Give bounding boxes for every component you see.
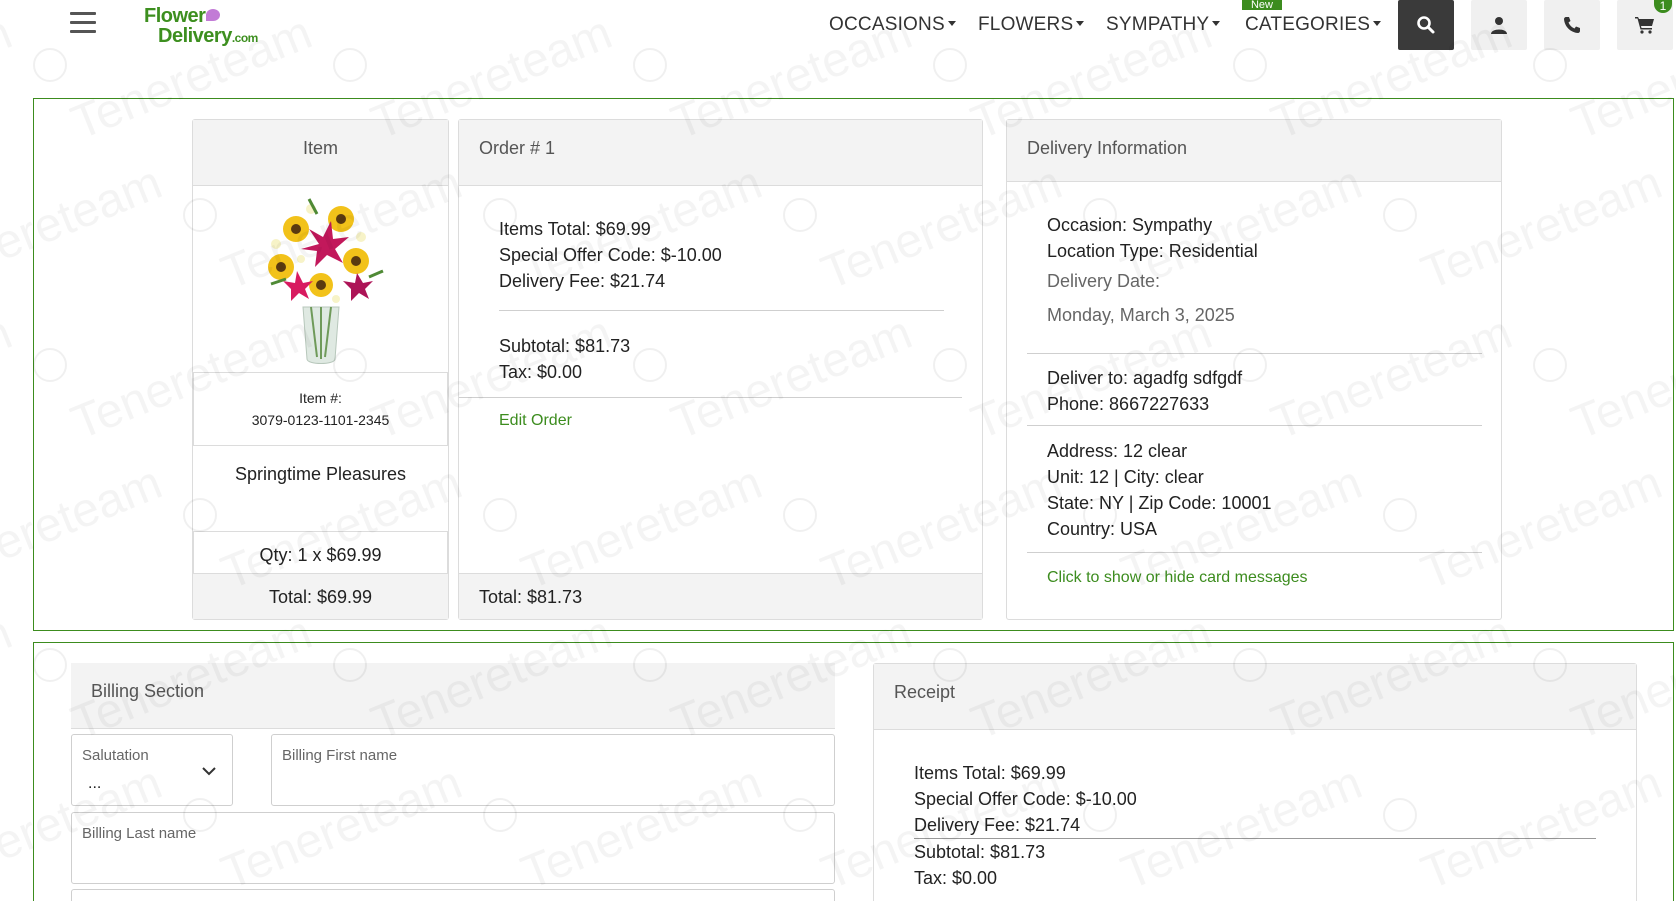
divider [1027, 353, 1482, 354]
caret-down-icon [1212, 21, 1221, 27]
delivery-phone: Phone: 8667227633 [1047, 394, 1210, 414]
phone-icon [1564, 17, 1580, 33]
delivery-address: Address: 12 clear [1047, 441, 1188, 461]
order-subtotal: Subtotal: $81.73 [499, 336, 631, 356]
delivery-card: Delivery Information Occasion: Sympathy … [1006, 119, 1502, 620]
order-delivery-fee: Delivery Fee: $21.74 [499, 271, 666, 291]
nav-categories[interactable]: CATEGORIES [1245, 14, 1382, 36]
flower-bouquet-image [267, 198, 384, 364]
order-summary-section: Item Item #: 3079-0123-1101-2345 Springt… [33, 98, 1674, 631]
watermark-text: Tenereteam [0, 6, 19, 150]
delivery-unit-city: Unit: 12 | City: clear [1047, 467, 1204, 487]
nav-flowers[interactable]: FLOWERS [978, 14, 1085, 36]
nav-sympathy[interactable]: SYMPATHY [1106, 14, 1221, 36]
cart-icon [1635, 17, 1654, 34]
delivery-card-heading: Delivery Information [1007, 120, 1501, 182]
divider [1027, 552, 1482, 553]
logo-text-line2: Delivery [158, 25, 232, 47]
receipt-delivery-fee: Delivery Fee: $21.74 [914, 815, 1081, 835]
product-name: Springtime Pleasures [234, 464, 407, 484]
order-card-heading: Order # 1 [459, 120, 982, 186]
billing-first-name-input[interactable]: Billing First name [271, 734, 835, 806]
billing-last-name-input[interactable]: Billing Last name [71, 812, 835, 884]
watermark-seal-icon [33, 48, 67, 82]
deliver-to: Deliver to: agadfg sdfgdf [1047, 368, 1243, 388]
order-card: Order # 1 Items Total: $69.99 Special Of… [458, 119, 983, 620]
watermark-seal-icon [1533, 48, 1567, 82]
watermark-seal-icon [1233, 48, 1267, 82]
account-button[interactable] [1471, 0, 1527, 50]
delivery-state-zip: State: NY | Zip Code: 10001 [1047, 493, 1272, 513]
delivery-date-label: Delivery Date: [1047, 271, 1161, 291]
receipt-tax: Tax: $0.00 [914, 868, 998, 888]
chevron-down-icon [202, 767, 216, 776]
flower-logo-icon [206, 9, 221, 21]
item-card: Item Item #: 3079-0123-1101-2345 Springt… [192, 119, 449, 620]
billing-last-name-label: Billing Last name [82, 825, 197, 842]
salutation-value: ... [88, 775, 102, 792]
search-icon [1417, 16, 1435, 34]
watermark-seal-icon [333, 48, 367, 82]
watermark-seal-icon [633, 48, 667, 82]
divider [459, 397, 962, 398]
delivery-country: Country: USA [1047, 519, 1158, 539]
new-badge: New [1242, 0, 1282, 10]
edit-order-link[interactable]: Edit Order [499, 412, 572, 430]
salutation-select[interactable]: Salutation ... [71, 734, 233, 806]
nav-sympathy-label: SYMPATHY [1106, 14, 1210, 35]
order-items-total: Items Total: $69.99 [499, 219, 651, 239]
phone-button[interactable] [1544, 0, 1600, 50]
logo-text-line1: Flower [144, 5, 206, 27]
search-button[interactable] [1398, 0, 1454, 50]
receipt-heading: Receipt [874, 664, 1636, 730]
billing-receipt-section: Billing Section Salutation ... Billing F… [33, 642, 1674, 901]
caret-down-icon [1076, 21, 1085, 27]
billing-section-heading: Billing Section [71, 663, 835, 729]
caret-down-icon [1373, 21, 1382, 27]
item-number-label: Item #: [299, 390, 342, 406]
user-icon [1491, 17, 1507, 34]
product-image[interactable] [193, 186, 448, 372]
receipt-items-total: Items Total: $69.99 [914, 763, 1066, 783]
watermark-text: Tenereteam [0, 606, 19, 750]
nav-categories-label: CATEGORIES [1245, 14, 1371, 35]
delivery-occasion: Occasion: Sympathy [1047, 215, 1213, 235]
nav-occasions-label: OCCASIONS [829, 14, 945, 35]
item-number-box: Item #: 3079-0123-1101-2345 [193, 372, 448, 446]
item-card-heading: Item [193, 120, 448, 186]
delivery-location-type: Location Type: Residential [1047, 241, 1258, 261]
hamburger-menu-icon[interactable] [70, 12, 96, 36]
billing-next-field[interactable] [71, 889, 835, 901]
receipt-special-offer: Special Offer Code: $-10.00 [914, 789, 1137, 809]
delivery-date-value: Monday, March 3, 2025 [1047, 305, 1235, 325]
caret-down-icon [947, 21, 956, 27]
receipt-subtotal: Subtotal: $81.73 [914, 842, 1046, 862]
watermark-seal-icon [933, 48, 967, 82]
divider [1027, 425, 1482, 426]
salutation-label: Salutation [82, 747, 149, 764]
item-qty: Qty: 1 x $69.99 [193, 531, 448, 579]
card-messages-toggle-link[interactable]: Click to show or hide card messages [1047, 569, 1308, 587]
nav-occasions[interactable]: OCCASIONS [829, 14, 956, 36]
receipt-card: Receipt Items Total: $69.99 Special Offe… [873, 663, 1637, 901]
item-number-value: 3079-0123-1101-2345 [251, 412, 390, 428]
order-total: Total: $81.73 [459, 573, 982, 619]
nav-flowers-label: FLOWERS [978, 14, 1074, 35]
divider [499, 310, 944, 311]
order-tax: Tax: $0.00 [499, 362, 583, 382]
site-logo[interactable]: Flower Delivery.com [144, 6, 384, 46]
watermark-text: Tenereteam [0, 306, 19, 450]
item-total: Total: $69.99 [193, 573, 448, 619]
logo-suffix: .com [231, 31, 259, 45]
order-special-offer: Special Offer Code: $-10.00 [499, 245, 722, 265]
billing-first-name-label: Billing First name [282, 747, 398, 764]
